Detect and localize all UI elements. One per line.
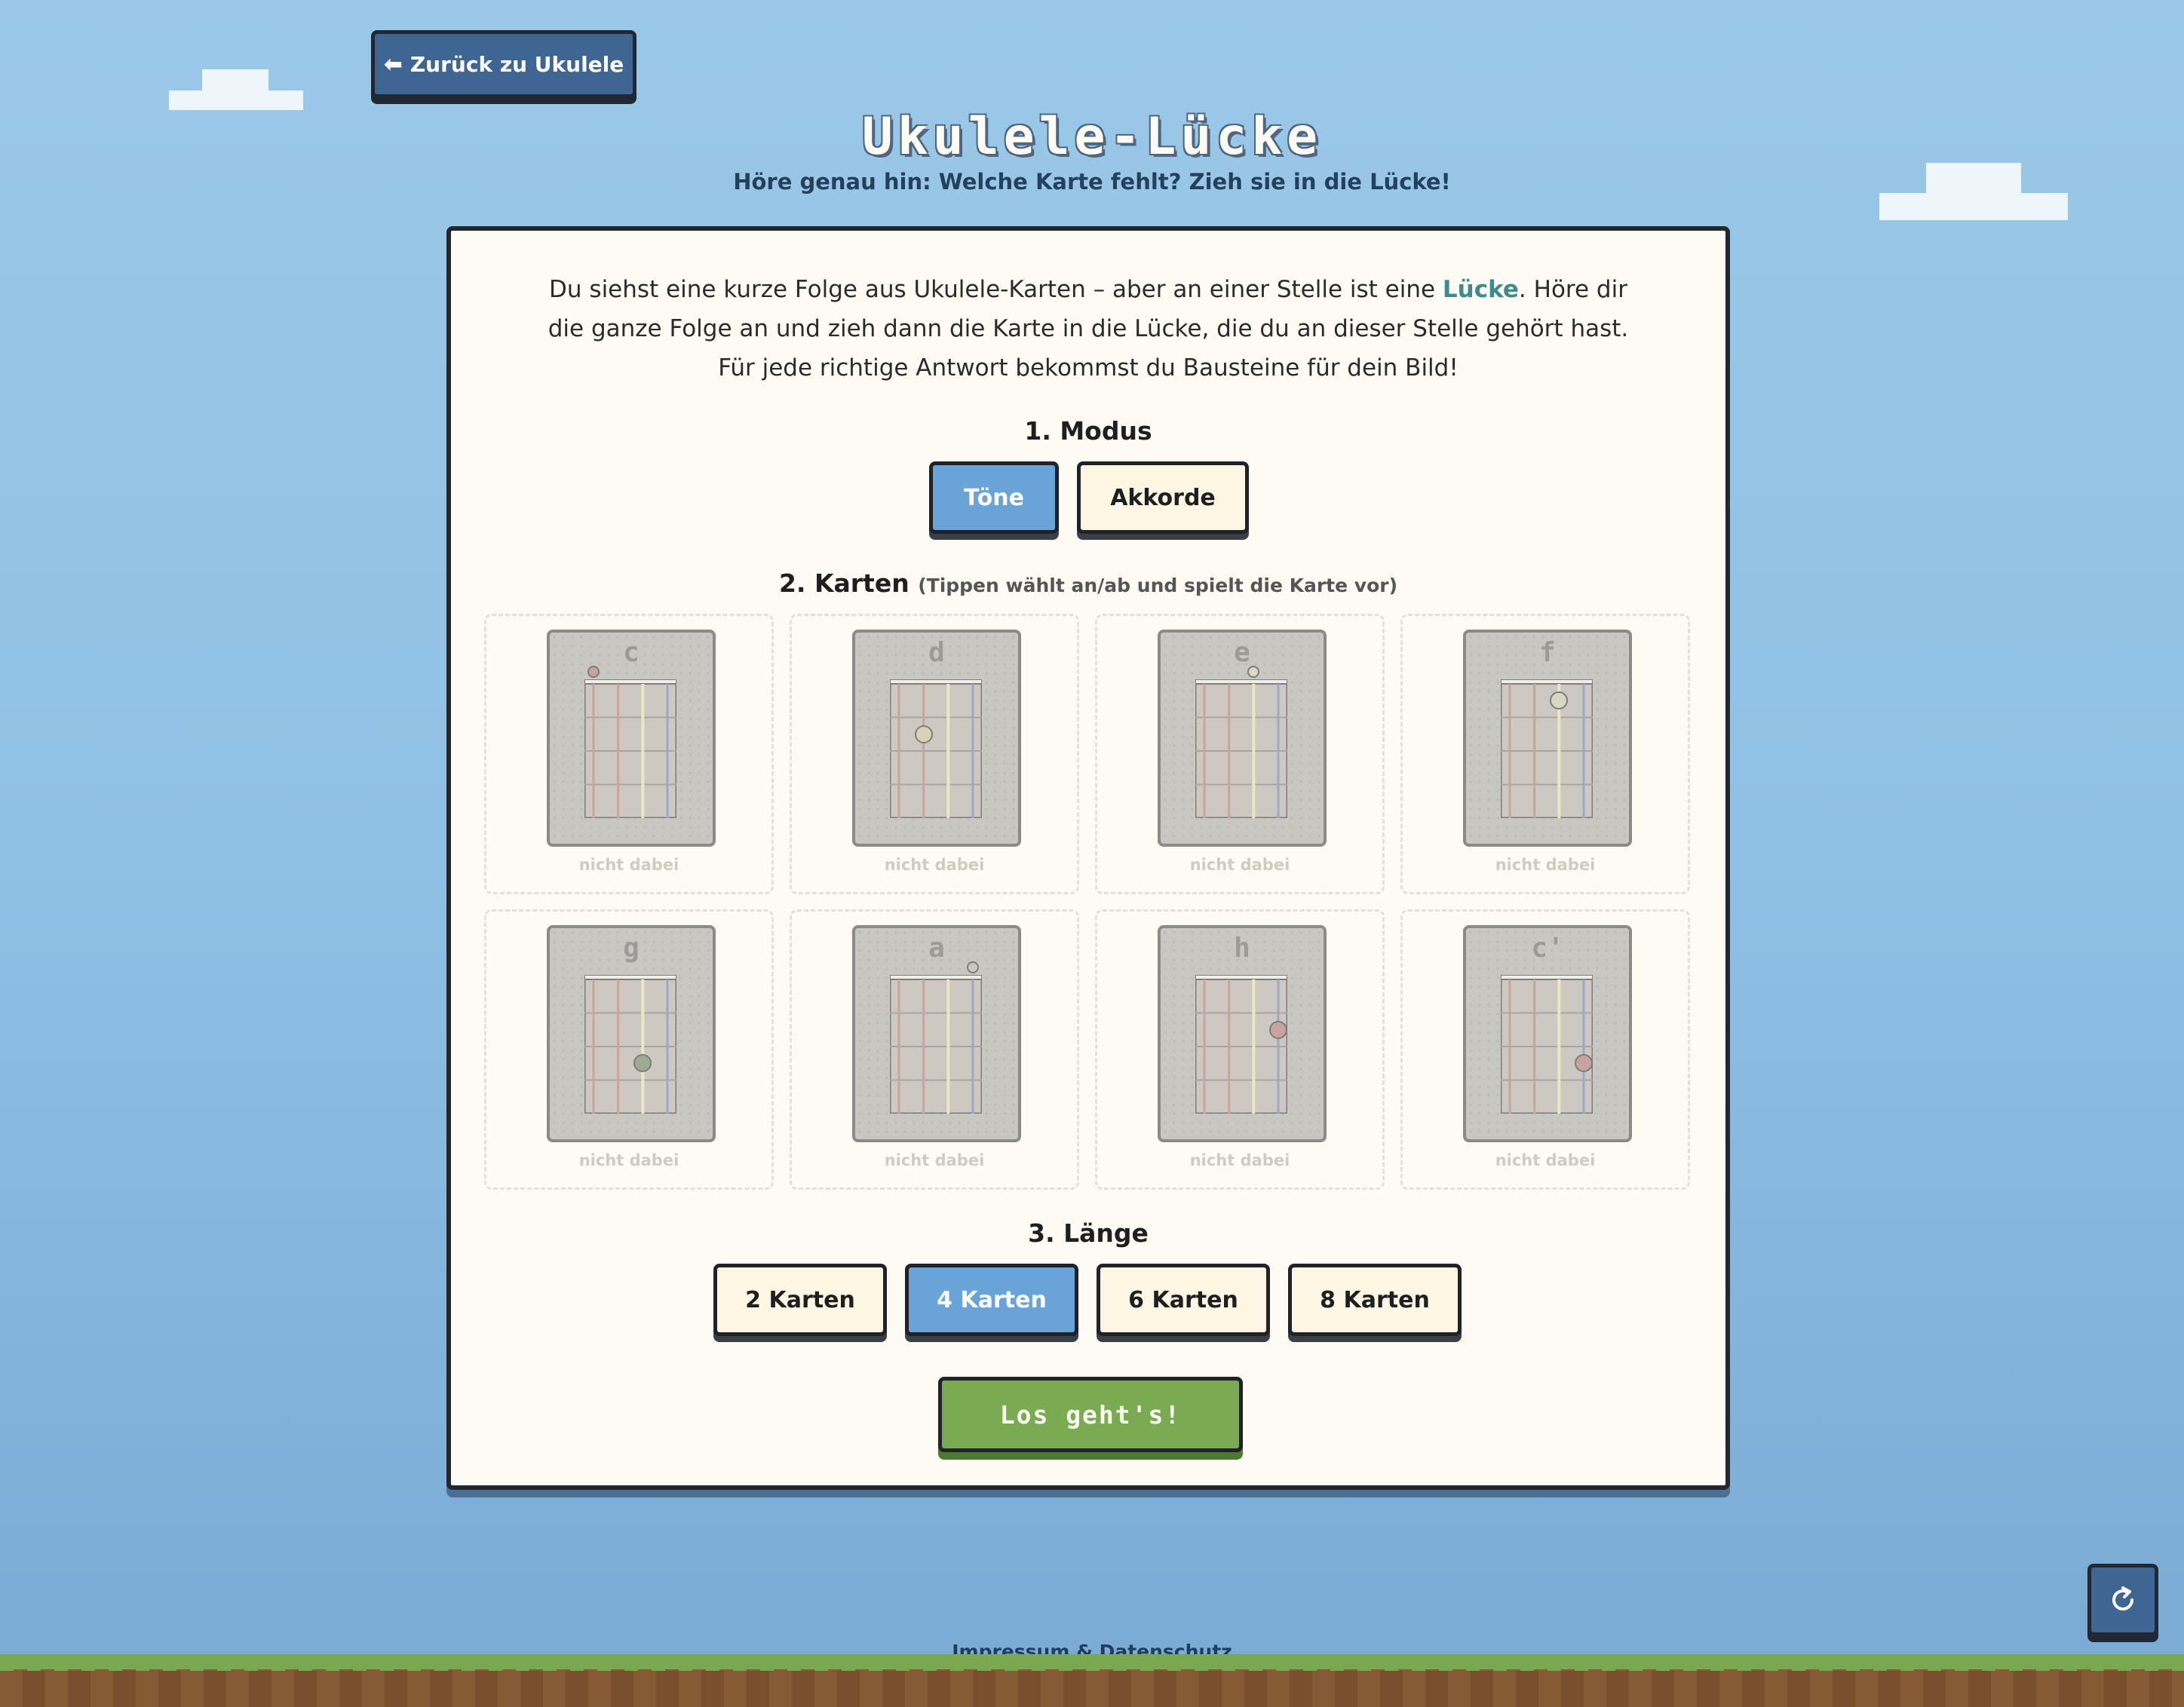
card-slot[interactable]: d nicht dabei bbox=[790, 614, 1079, 894]
fretboard-diagram bbox=[1501, 679, 1593, 818]
cloud bbox=[202, 69, 268, 92]
card-note-label: c bbox=[623, 637, 640, 668]
reload-icon bbox=[2112, 1586, 2133, 1610]
mode-option-akkorde[interactable]: Akkorde bbox=[1077, 461, 1249, 534]
finger-dot bbox=[1269, 1020, 1287, 1039]
note-card[interactable]: f bbox=[1463, 630, 1632, 847]
back-to-ukulele-button[interactable]: ⬅ Zurück zu Ukulele bbox=[371, 30, 636, 98]
fretboard-diagram bbox=[890, 679, 982, 818]
card-note-label: d bbox=[928, 637, 945, 668]
card-status: nicht dabei bbox=[1189, 1151, 1290, 1169]
note-card[interactable]: d bbox=[852, 630, 1021, 847]
length-heading: 3. Länge bbox=[1028, 1218, 1149, 1248]
card-note-label: f bbox=[1539, 637, 1556, 668]
card-slot[interactable]: e nicht dabei bbox=[1095, 614, 1385, 894]
page-subtitle: Höre genau hin: Welche Karte fehlt? Zieh… bbox=[733, 169, 1451, 195]
card-slot[interactable]: g nicht dabei bbox=[484, 909, 774, 1190]
note-card[interactable]: c' bbox=[1463, 925, 1632, 1142]
card-note-label: e bbox=[1234, 637, 1250, 668]
length-option-6[interactable]: 6 Karten bbox=[1097, 1264, 1270, 1336]
card-slot[interactable]: a nicht dabei bbox=[790, 909, 1079, 1190]
card-status: nicht dabei bbox=[884, 1151, 985, 1169]
arrow-left-icon: ⬅ bbox=[383, 51, 403, 78]
card-slot[interactable]: c' nicht dabei bbox=[1400, 909, 1690, 1190]
ground-dirt bbox=[0, 1671, 2184, 1707]
cloud bbox=[1879, 193, 2068, 220]
back-button-label: Zurück zu Ukulele bbox=[410, 51, 624, 77]
cards-heading-hint: (Tippen wählt an/ab und spielt die Karte… bbox=[918, 575, 1398, 596]
ground-grass bbox=[0, 1654, 2184, 1671]
length-option-2[interactable]: 2 Karten bbox=[713, 1264, 887, 1336]
card-status: nicht dabei bbox=[578, 1151, 679, 1169]
card-status: nicht dabei bbox=[1495, 856, 1596, 874]
length-option-4[interactable]: 4 Karten bbox=[905, 1264, 1078, 1336]
note-card[interactable]: e bbox=[1158, 630, 1327, 847]
card-note-label: h bbox=[1234, 933, 1250, 964]
card-note-label: c' bbox=[1531, 933, 1564, 964]
note-card[interactable]: g bbox=[547, 925, 716, 1142]
finger-dot bbox=[1247, 666, 1260, 678]
finger-dot bbox=[587, 666, 600, 678]
finger-dot bbox=[967, 961, 979, 973]
length-option-8[interactable]: 8 Karten bbox=[1288, 1264, 1462, 1336]
page-title: Ukulele-Lücke bbox=[861, 107, 1323, 167]
card-status: nicht dabei bbox=[578, 856, 679, 874]
card-note-label: a bbox=[928, 933, 945, 964]
fretboard-diagram bbox=[1501, 975, 1593, 1114]
note-card[interactable]: h bbox=[1158, 925, 1327, 1142]
card-status: nicht dabei bbox=[884, 856, 985, 874]
note-card[interactable]: c bbox=[547, 630, 716, 847]
intro-highlight: Lücke bbox=[1442, 276, 1519, 303]
card-status: nicht dabei bbox=[1495, 1151, 1596, 1169]
card-status: nicht dabei bbox=[1189, 856, 1290, 874]
intro-text: Du siehst eine kurze Folge aus Ukulele-K… bbox=[541, 270, 1635, 388]
card-note-label: g bbox=[623, 933, 640, 964]
cards-heading-label: 2. Karten bbox=[778, 568, 909, 598]
game-setup-panel: Du siehst eine kurze Folge aus Ukulele-K… bbox=[446, 226, 1730, 1490]
fretboard-diagram bbox=[890, 975, 982, 1114]
card-slot[interactable]: h nicht dabei bbox=[1095, 909, 1385, 1190]
note-card[interactable]: a bbox=[852, 925, 1021, 1142]
fretboard-diagram bbox=[1195, 679, 1287, 818]
fretboard-diagram bbox=[584, 679, 676, 818]
fretboard-diagram bbox=[584, 975, 676, 1114]
reload-button[interactable] bbox=[2087, 1564, 2158, 1636]
intro-part: Du siehst eine kurze Folge aus Ukulele-K… bbox=[549, 276, 1443, 303]
cards-heading: 2. Karten (Tippen wählt an/ab und spielt… bbox=[451, 568, 1725, 598]
fretboard-diagram bbox=[1195, 975, 1287, 1114]
card-slot[interactable]: c nicht dabei bbox=[484, 614, 774, 894]
start-button[interactable]: Los geht's! bbox=[938, 1377, 1243, 1452]
finger-dot bbox=[914, 725, 933, 743]
card-slot[interactable]: f nicht dabei bbox=[1400, 614, 1690, 894]
mode-option-toene[interactable]: Töne bbox=[929, 461, 1059, 534]
mode-heading: 1. Modus bbox=[1024, 416, 1152, 446]
